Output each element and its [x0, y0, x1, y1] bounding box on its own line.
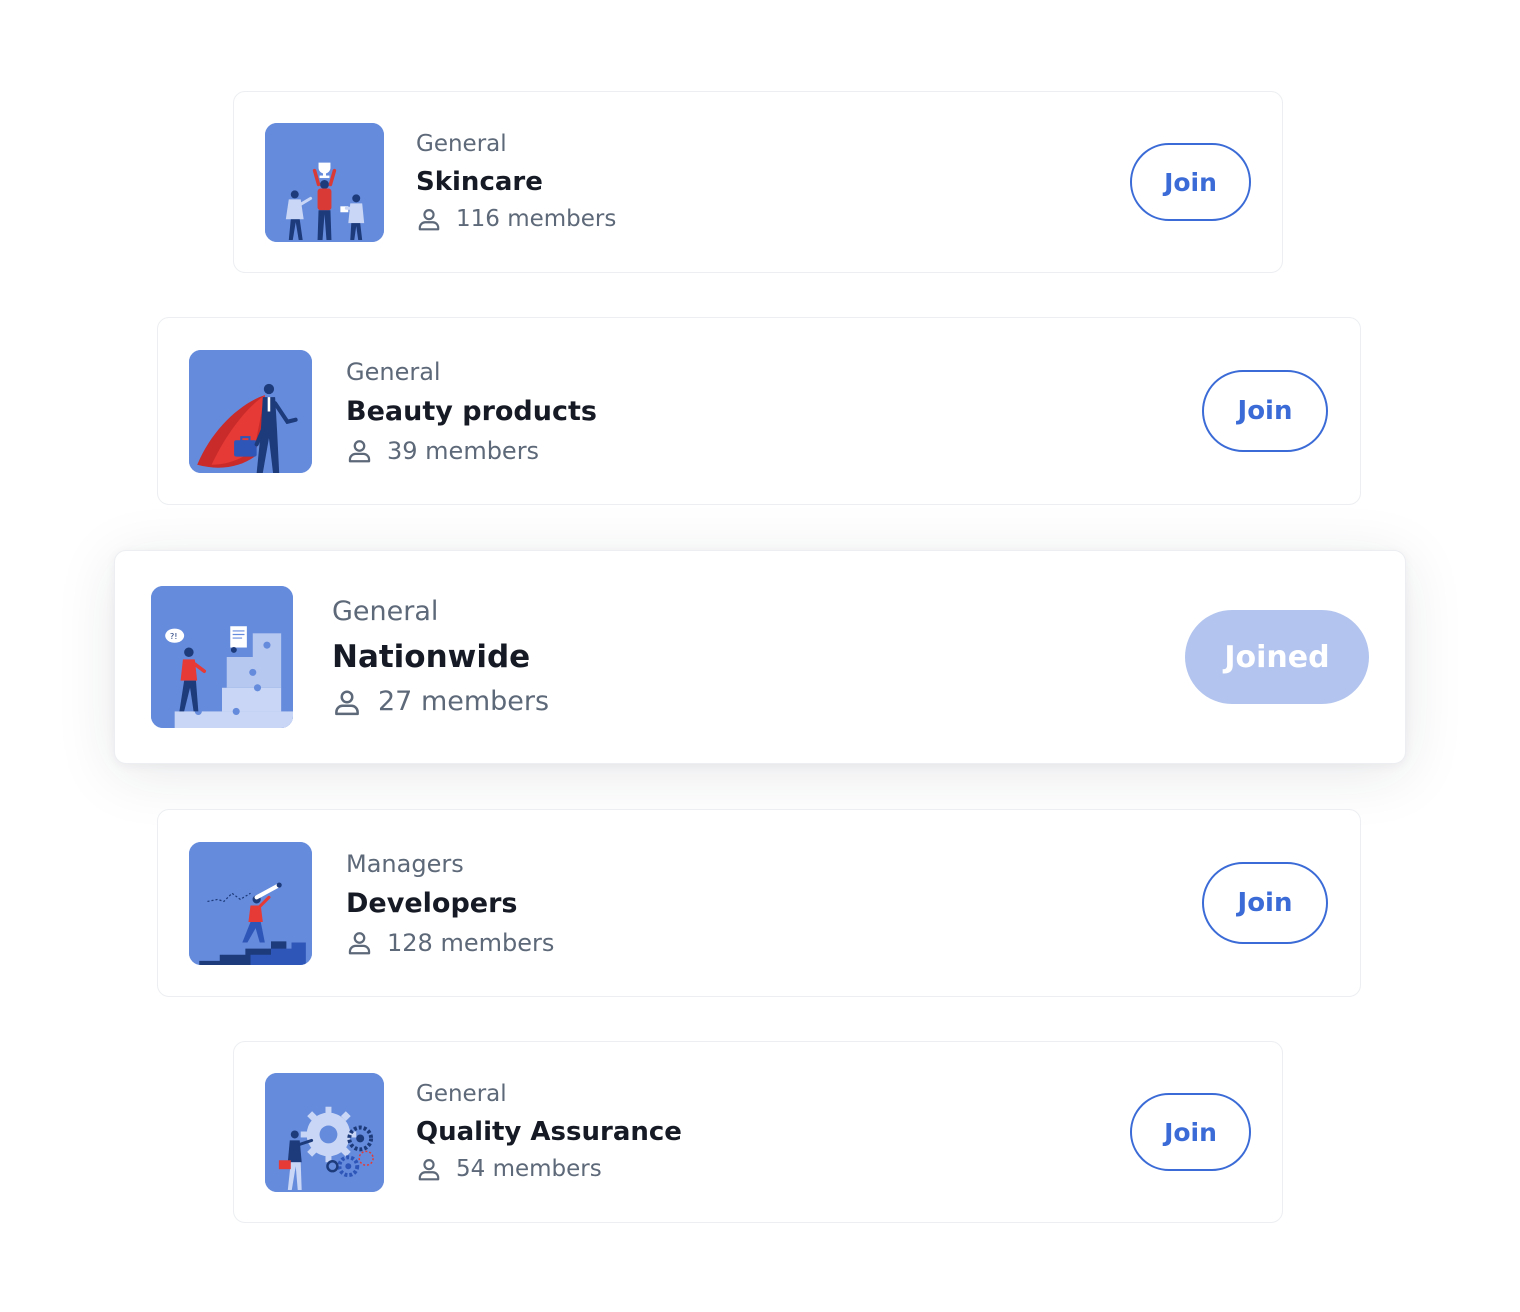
group-category: General: [332, 596, 439, 627]
member-count: 128 members: [346, 928, 1202, 958]
member-count: 54 members: [416, 1154, 1130, 1184]
group-category: General: [416, 131, 507, 157]
group-category: Managers: [346, 849, 464, 878]
gears-inspection-illustration: [265, 1072, 384, 1192]
person-icon: [332, 687, 362, 717]
group-list: General Skincare 116 members Join Genera…: [0, 0, 1520, 1312]
member-count: 116 members: [416, 204, 1130, 234]
group-card-nationwide[interactable]: ?! General Nationwide 27 members Joined: [114, 550, 1406, 764]
join-button[interactable]: Join: [1130, 143, 1251, 221]
joined-button[interactable]: Joined: [1185, 610, 1369, 704]
svg-text:?!: ?!: [170, 631, 178, 641]
person-icon: [346, 929, 373, 956]
telescope-stairs-illustration: [189, 841, 312, 965]
group-info: General Nationwide 27 members: [332, 595, 1185, 719]
join-button[interactable]: Join: [1202, 862, 1328, 944]
person-icon: [416, 206, 442, 232]
member-count: 39 members: [346, 436, 1202, 466]
person-icon: [346, 437, 373, 464]
group-category: General: [416, 1081, 507, 1107]
member-count-label: 116 members: [456, 206, 617, 232]
group-info: General Quality Assurance 54 members: [416, 1080, 1130, 1184]
join-button[interactable]: Join: [1202, 370, 1328, 452]
person-icon: [416, 1156, 442, 1182]
member-count-label: 39 members: [387, 436, 540, 465]
superhero-businessman-illustration: [189, 349, 312, 473]
group-card-beauty-products[interactable]: General Beauty products 39 members Join: [157, 317, 1361, 505]
trophy-team-illustration: [265, 122, 384, 242]
group-card-developers[interactable]: Managers Developers 128 members Join: [157, 809, 1361, 997]
member-count-label: 27 members: [378, 686, 550, 717]
join-button[interactable]: Join: [1130, 1093, 1251, 1171]
group-info: General Skincare 116 members: [416, 130, 1130, 234]
group-name[interactable]: Developers: [346, 887, 1202, 920]
group-category: General: [346, 357, 441, 386]
group-card-quality-assurance[interactable]: General Quality Assurance 54 members Joi…: [233, 1041, 1283, 1223]
puzzle-stairs-illustration: ?!: [151, 586, 293, 728]
member-count: 27 members: [332, 685, 1185, 719]
group-info: Managers Developers 128 members: [346, 849, 1202, 958]
group-card-skincare[interactable]: General Skincare 116 members Join: [233, 91, 1283, 273]
member-count-label: 128 members: [387, 928, 555, 957]
member-count-label: 54 members: [456, 1156, 602, 1182]
group-name[interactable]: Nationwide: [332, 638, 1185, 676]
group-info: General Beauty products 39 members: [346, 357, 1202, 466]
group-name[interactable]: Quality Assurance: [416, 1116, 1130, 1148]
group-name[interactable]: Beauty products: [346, 395, 1202, 428]
group-name[interactable]: Skincare: [416, 166, 1130, 198]
